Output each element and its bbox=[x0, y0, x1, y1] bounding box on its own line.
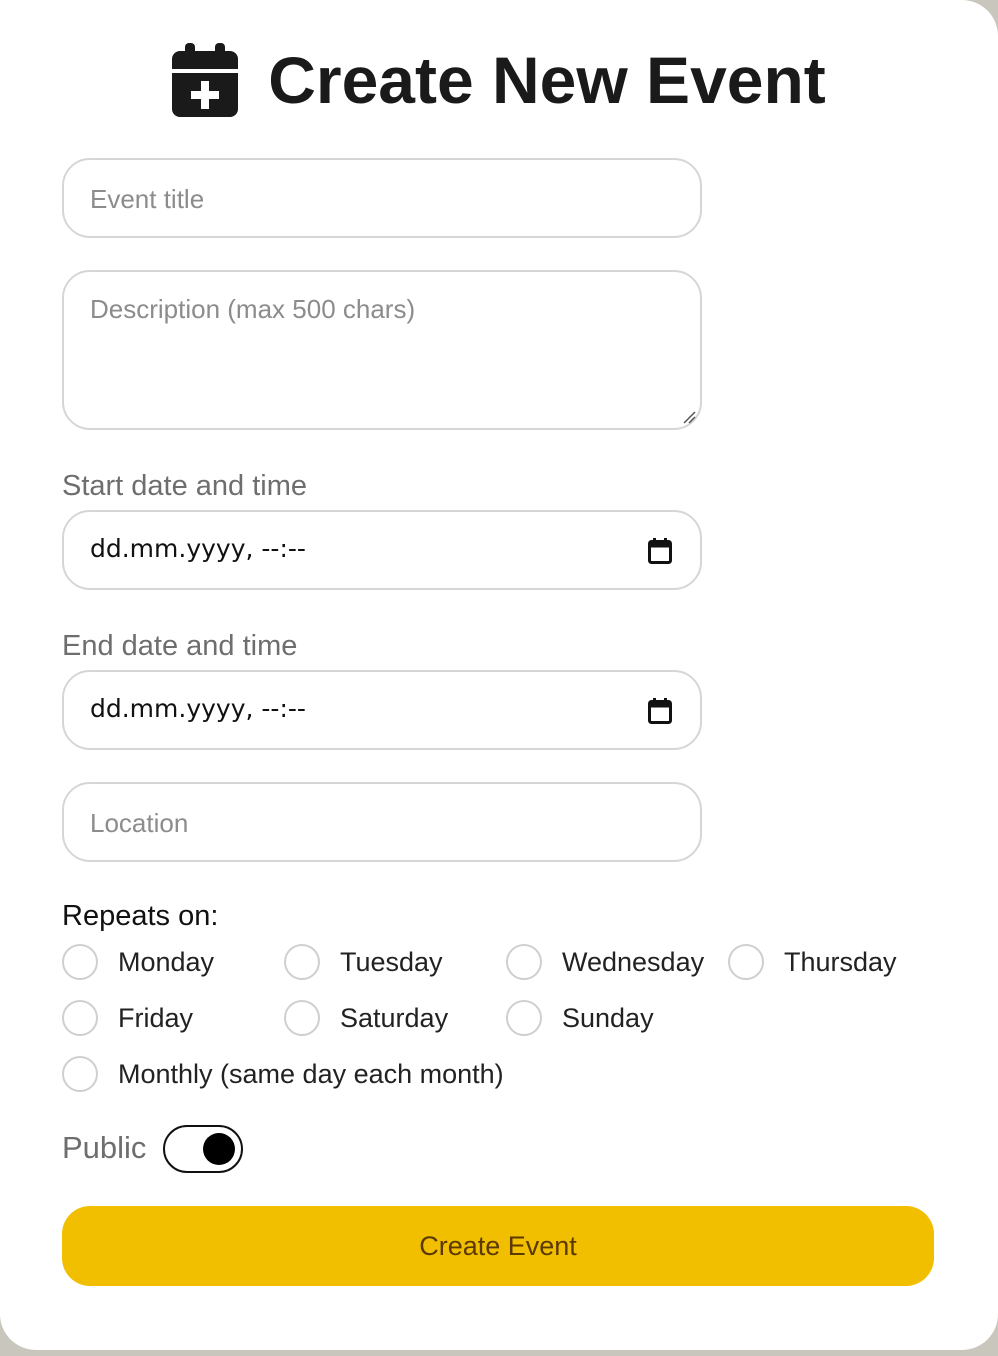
radio-circle[interactable] bbox=[506, 1000, 542, 1036]
public-label: Public bbox=[62, 1130, 147, 1165]
repeat-option-label: Sunday bbox=[562, 1002, 654, 1033]
description-textarea[interactable]: Description (max 500 chars) bbox=[62, 270, 702, 430]
resize-handle-icon[interactable] bbox=[682, 410, 696, 424]
radio-circle[interactable] bbox=[728, 944, 764, 980]
repeat-option-monday[interactable]: Monday bbox=[62, 942, 214, 982]
header: Create New Event bbox=[0, 40, 998, 120]
repeat-option-monthly[interactable]: Monthly (same day each month) bbox=[62, 1054, 504, 1094]
radio-circle[interactable] bbox=[506, 944, 542, 980]
create-event-button[interactable]: Create Event bbox=[62, 1206, 934, 1286]
repeat-option-label: Monthly (same day each month) bbox=[118, 1058, 504, 1089]
radio-circle[interactable] bbox=[284, 1000, 320, 1036]
location-input[interactable]: Location bbox=[62, 782, 702, 862]
repeat-option-sunday[interactable]: Sunday bbox=[506, 998, 654, 1038]
end-date-value: dd.mm.yyyy, --:-- bbox=[90, 694, 306, 723]
start-date-label: Start date and time bbox=[62, 470, 308, 502]
toggle-knob bbox=[203, 1133, 235, 1165]
repeat-option-label: Friday bbox=[118, 1002, 194, 1033]
repeat-option-tuesday[interactable]: Tuesday bbox=[284, 942, 443, 982]
calendar-icon[interactable] bbox=[648, 538, 672, 564]
repeat-option-friday[interactable]: Friday bbox=[62, 998, 193, 1038]
event-title-input[interactable]: Event title bbox=[62, 158, 702, 238]
end-date-input[interactable]: dd.mm.yyyy, --:-- bbox=[62, 670, 702, 750]
repeat-option-label: Wednesday bbox=[562, 946, 705, 977]
repeat-option-label: Tuesday bbox=[340, 946, 443, 977]
end-date-label: End date and time bbox=[62, 630, 298, 662]
calendar-icon[interactable] bbox=[648, 698, 672, 724]
calendar-plus-icon bbox=[172, 43, 239, 117]
page-title: Create New Event bbox=[268, 43, 826, 117]
description-placeholder: Description (max 500 chars) bbox=[90, 294, 416, 324]
repeats-on-label: Repeats on: bbox=[62, 900, 219, 932]
start-date-value: dd.mm.yyyy, --:-- bbox=[90, 534, 306, 563]
repeat-option-saturday[interactable]: Saturday bbox=[284, 998, 448, 1038]
location-placeholder: Location bbox=[90, 808, 189, 838]
radio-circle[interactable] bbox=[284, 944, 320, 980]
repeat-option-label: Thursday bbox=[784, 946, 897, 977]
event-title-placeholder: Event title bbox=[90, 184, 205, 214]
radio-circle[interactable] bbox=[62, 1056, 98, 1092]
radio-circle[interactable] bbox=[62, 944, 98, 980]
radio-circle[interactable] bbox=[62, 1000, 98, 1036]
repeat-option-wednesday[interactable]: Wednesday bbox=[506, 942, 704, 982]
start-date-input[interactable]: dd.mm.yyyy, --:-- bbox=[62, 510, 702, 590]
repeat-option-label: Monday bbox=[118, 946, 215, 977]
create-event-card: Create New Event Event title Description… bbox=[0, 0, 998, 1350]
repeat-option-thursday[interactable]: Thursday bbox=[728, 942, 897, 982]
public-toggle[interactable] bbox=[163, 1125, 243, 1173]
repeat-option-label: Saturday bbox=[340, 1002, 449, 1033]
